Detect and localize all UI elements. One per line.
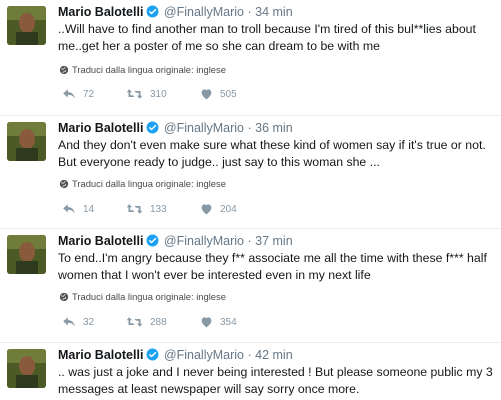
tweet-text: To end..I'm angry because they f** assoc… bbox=[58, 250, 494, 284]
author-handle[interactable]: @FinallyMario bbox=[164, 5, 244, 19]
like-count: 505 bbox=[220, 89, 237, 100]
retweet-count: 288 bbox=[150, 317, 167, 328]
tweet-text-line: me..get her a poster of me so she can dr… bbox=[58, 39, 380, 53]
time-separator: · bbox=[247, 121, 252, 135]
tweet-text-line: But everyone ready to judge.. just say t… bbox=[58, 155, 380, 169]
reply-icon bbox=[63, 204, 75, 214]
reply-icon bbox=[63, 89, 75, 99]
reply-icon bbox=[63, 317, 75, 327]
author-name[interactable]: Mario Balotelli bbox=[58, 348, 143, 362]
tweet-text-line: ..Will have to find another man to troll… bbox=[58, 22, 476, 36]
like-count: 204 bbox=[220, 204, 237, 215]
tweet[interactable]: Mario Balotelli @FinallyMario · 37 min T… bbox=[0, 229, 501, 343]
verified-badge-icon bbox=[146, 5, 159, 18]
heart-icon bbox=[201, 89, 212, 100]
tweet-header: Mario Balotelli @FinallyMario · 37 min bbox=[58, 232, 293, 250]
tweet-text-line: messages at least newspaper will say sor… bbox=[58, 382, 360, 396]
tweet[interactable]: Mario Balotelli @FinallyMario · 42 min .… bbox=[0, 343, 501, 400]
author-name[interactable]: Mario Balotelli bbox=[58, 234, 143, 248]
retweet-button[interactable]: 288 bbox=[126, 316, 167, 330]
tweet[interactable]: Mario Balotelli @FinallyMario · 36 min A… bbox=[0, 116, 501, 229]
time-separator: · bbox=[247, 5, 252, 19]
heart-icon bbox=[201, 317, 212, 328]
tweet-timestamp[interactable]: 42 min bbox=[255, 348, 293, 362]
retweet-button[interactable]: 133 bbox=[126, 203, 167, 217]
like-button[interactable]: 204 bbox=[200, 203, 237, 217]
retweet-count: 133 bbox=[150, 204, 167, 215]
avatar[interactable] bbox=[7, 6, 46, 45]
retweet-count: 310 bbox=[150, 89, 167, 100]
tweet-timestamp[interactable]: 36 min bbox=[255, 121, 293, 135]
retweet-icon bbox=[126, 317, 143, 327]
tweet[interactable]: Mario Balotelli @FinallyMario · 34 min .… bbox=[0, 0, 501, 116]
retweet-button[interactable]: 310 bbox=[126, 88, 167, 102]
author-name[interactable]: Mario Balotelli bbox=[58, 5, 143, 19]
translate-link[interactable]: Traduci dalla lingua originale: inglese bbox=[59, 178, 226, 190]
translate-label: Traduci dalla lingua originale: inglese bbox=[72, 291, 226, 302]
like-button[interactable]: 354 bbox=[200, 316, 237, 330]
heart-icon bbox=[201, 204, 212, 215]
tweet-feed: Mario Balotelli @FinallyMario · 34 min .… bbox=[0, 0, 501, 400]
tweet-text-line: To end..I'm angry because they f** assoc… bbox=[58, 251, 487, 265]
avatar[interactable] bbox=[7, 122, 46, 161]
like-button[interactable]: 505 bbox=[200, 88, 237, 102]
avatar[interactable] bbox=[7, 349, 46, 388]
reply-count: 72 bbox=[83, 89, 95, 100]
reply-button[interactable]: 32 bbox=[62, 316, 94, 330]
verified-badge-icon bbox=[146, 121, 159, 134]
verified-badge-icon bbox=[146, 234, 159, 247]
tweet-header: Mario Balotelli @FinallyMario · 36 min bbox=[58, 119, 293, 137]
retweet-icon bbox=[126, 204, 143, 214]
globe-icon bbox=[59, 65, 69, 75]
tweet-header: Mario Balotelli @FinallyMario · 42 min bbox=[58, 346, 293, 364]
tweet-text: And they don't even make sure what these… bbox=[58, 137, 494, 171]
translate-label: Traduci dalla lingua originale: inglese bbox=[72, 178, 226, 189]
author-handle[interactable]: @FinallyMario bbox=[164, 234, 244, 248]
author-handle[interactable]: @FinallyMario bbox=[164, 121, 244, 135]
reply-button[interactable]: 72 bbox=[62, 88, 94, 102]
reply-count: 32 bbox=[83, 317, 95, 328]
verified-badge-icon bbox=[146, 348, 159, 361]
tweet-text-line: women that I won't ever be interested ev… bbox=[58, 268, 371, 282]
tweet-header: Mario Balotelli @FinallyMario · 34 min bbox=[58, 3, 293, 21]
author-handle[interactable]: @FinallyMario bbox=[164, 348, 244, 362]
translate-link[interactable]: Traduci dalla lingua originale: inglese bbox=[59, 291, 226, 303]
translate-label: Traduci dalla lingua originale: inglese bbox=[72, 64, 226, 75]
tweet-text: .. was just a joke and I never being int… bbox=[58, 364, 494, 398]
tweet-text-line: And they don't even make sure what these… bbox=[58, 138, 486, 152]
tweet-timestamp[interactable]: 37 min bbox=[255, 234, 293, 248]
tweet-text: ..Will have to find another man to troll… bbox=[58, 21, 494, 55]
tweet-text-line: .. was just a joke and I never being int… bbox=[58, 365, 493, 379]
tweet-timestamp[interactable]: 34 min bbox=[255, 5, 293, 19]
globe-icon bbox=[59, 292, 69, 302]
globe-icon bbox=[59, 179, 69, 189]
retweet-icon bbox=[126, 89, 143, 99]
reply-button[interactable]: 14 bbox=[62, 203, 94, 217]
author-name[interactable]: Mario Balotelli bbox=[58, 121, 143, 135]
like-count: 354 bbox=[220, 317, 237, 328]
time-separator: · bbox=[247, 234, 252, 248]
time-separator: · bbox=[247, 348, 252, 362]
avatar[interactable] bbox=[7, 235, 46, 274]
translate-link[interactable]: Traduci dalla lingua originale: inglese bbox=[59, 64, 226, 76]
reply-count: 14 bbox=[83, 204, 95, 215]
